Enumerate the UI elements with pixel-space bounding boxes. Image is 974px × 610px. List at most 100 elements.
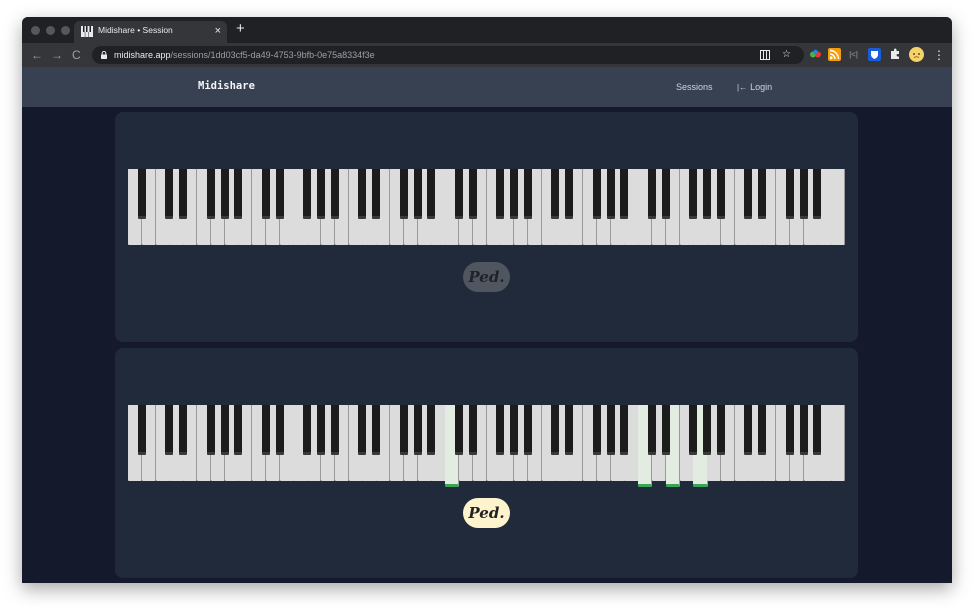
reload-icon[interactable]: C [72, 47, 81, 63]
black-key-F#3[interactable] [399, 405, 408, 455]
new-tab-icon[interactable]: + [236, 20, 245, 38]
black-key-F#7[interactable] [785, 405, 794, 455]
black-key-C#4[interactable] [454, 169, 463, 219]
black-key-D#6[interactable] [661, 405, 670, 455]
black-key-A#6[interactable] [716, 405, 725, 455]
black-key-F#3[interactable] [399, 169, 408, 219]
black-key-D#7[interactable] [758, 405, 767, 455]
black-key-G#7[interactable] [799, 405, 808, 455]
close-window-dot[interactable] [31, 26, 40, 35]
black-key-C#5[interactable] [551, 405, 560, 455]
black-key-C#2[interactable] [261, 405, 270, 455]
tab-midishare-session[interactable]: Midishare • Session × [74, 21, 227, 43]
black-key-C#3[interactable] [358, 169, 367, 219]
black-key-D#5[interactable] [565, 405, 574, 455]
black-key-D#1[interactable] [179, 405, 188, 455]
black-key-F#4[interactable] [496, 169, 505, 219]
black-key-G#6[interactable] [703, 169, 712, 219]
close-tab-icon[interactable]: × [215, 24, 221, 38]
black-key-G#4[interactable] [510, 169, 519, 219]
black-key-G#7[interactable] [799, 169, 808, 219]
black-key-D#4[interactable] [468, 169, 477, 219]
nav-sessions-link[interactable]: Sessions [676, 82, 713, 92]
forward-arrow-icon[interactable]: → [51, 47, 63, 63]
black-key-D#2[interactable] [275, 405, 284, 455]
black-key-C#5[interactable] [551, 169, 560, 219]
black-key-F#1[interactable] [206, 405, 215, 455]
brand-logo-text[interactable]: Midishare [198, 80, 255, 92]
black-key-A#1[interactable] [234, 169, 243, 219]
black-key-G#4[interactable] [510, 405, 519, 455]
black-key-A#5[interactable] [620, 405, 629, 455]
black-key-F#4[interactable] [496, 405, 505, 455]
colorful-extension-icon[interactable] [809, 48, 822, 61]
black-key-D#5[interactable] [565, 169, 574, 219]
black-key-A#6[interactable] [716, 169, 725, 219]
reader-icon[interactable] [760, 50, 770, 60]
black-key-G#3[interactable] [413, 405, 422, 455]
black-key-F#7[interactable] [785, 169, 794, 219]
black-key-G#1[interactable] [220, 169, 229, 219]
black-key-C#2[interactable] [261, 169, 270, 219]
black-key-A#4[interactable] [523, 169, 532, 219]
puzzle-extensions-icon[interactable] [889, 48, 901, 60]
black-key-G#5[interactable] [606, 405, 615, 455]
black-key-F#2[interactable] [303, 405, 312, 455]
bitwarden-icon[interactable] [868, 48, 881, 61]
black-key-D#1[interactable] [179, 169, 188, 219]
bookmark-star-icon[interactable]: ☆ [782, 48, 791, 62]
black-key-F#5[interactable] [592, 169, 601, 219]
black-key-A#2[interactable] [330, 405, 339, 455]
bracket-extension-icon[interactable]: |<| [847, 48, 860, 61]
black-key-A#7[interactable] [813, 169, 822, 219]
white-key-C8[interactable] [831, 405, 846, 481]
black-key-C#7[interactable] [744, 405, 753, 455]
black-key-A#0[interactable] [137, 405, 146, 455]
black-key-A#4[interactable] [523, 405, 532, 455]
rss-icon[interactable] [828, 48, 841, 61]
piano-keyboard[interactable] [128, 405, 846, 487]
black-key-F#6[interactable] [689, 169, 698, 219]
black-key-G#1[interactable] [220, 405, 229, 455]
black-key-G#6[interactable] [703, 405, 712, 455]
black-key-F#2[interactable] [303, 169, 312, 219]
back-arrow-icon[interactable]: ← [31, 47, 43, 63]
black-key-A#7[interactable] [813, 405, 822, 455]
black-key-F#6[interactable] [689, 405, 698, 455]
minimize-window-dot[interactable] [46, 26, 55, 35]
white-key-C8[interactable] [831, 169, 846, 245]
black-key-A#3[interactable] [427, 405, 436, 455]
maximize-window-dot[interactable] [61, 26, 70, 35]
black-key-C#7[interactable] [744, 169, 753, 219]
tab-title: Midishare • Session [98, 25, 173, 35]
black-key-D#2[interactable] [275, 169, 284, 219]
black-key-D#3[interactable] [372, 169, 381, 219]
black-key-A#1[interactable] [234, 405, 243, 455]
black-key-C#6[interactable] [647, 405, 656, 455]
black-key-A#0[interactable] [137, 169, 146, 219]
black-key-C#6[interactable] [647, 169, 656, 219]
black-key-C#4[interactable] [454, 405, 463, 455]
black-key-A#2[interactable] [330, 169, 339, 219]
black-key-G#3[interactable] [413, 169, 422, 219]
profile-avatar[interactable] [909, 47, 924, 62]
black-key-G#5[interactable] [606, 169, 615, 219]
black-key-G#2[interactable] [317, 405, 326, 455]
black-key-A#3[interactable] [427, 169, 436, 219]
black-key-D#4[interactable] [468, 405, 477, 455]
black-key-D#7[interactable] [758, 169, 767, 219]
address-bar[interactable]: midishare.app/sessions/1dd03cf5-da49-475… [92, 46, 804, 64]
black-key-C#1[interactable] [165, 169, 174, 219]
black-key-C#1[interactable] [165, 405, 174, 455]
black-key-F#5[interactable] [592, 405, 601, 455]
black-key-D#6[interactable] [661, 169, 670, 219]
url-text: midishare.app/sessions/1dd03cf5-da49-475… [114, 49, 375, 61]
black-key-D#3[interactable] [372, 405, 381, 455]
black-key-A#5[interactable] [620, 169, 629, 219]
black-key-F#1[interactable] [206, 169, 215, 219]
black-key-C#3[interactable] [358, 405, 367, 455]
browser-menu-icon[interactable]: ⋮ [933, 47, 945, 63]
black-key-G#2[interactable] [317, 169, 326, 219]
piano-keyboard[interactable] [128, 169, 846, 247]
nav-login-link[interactable]: |← Login [737, 82, 772, 92]
